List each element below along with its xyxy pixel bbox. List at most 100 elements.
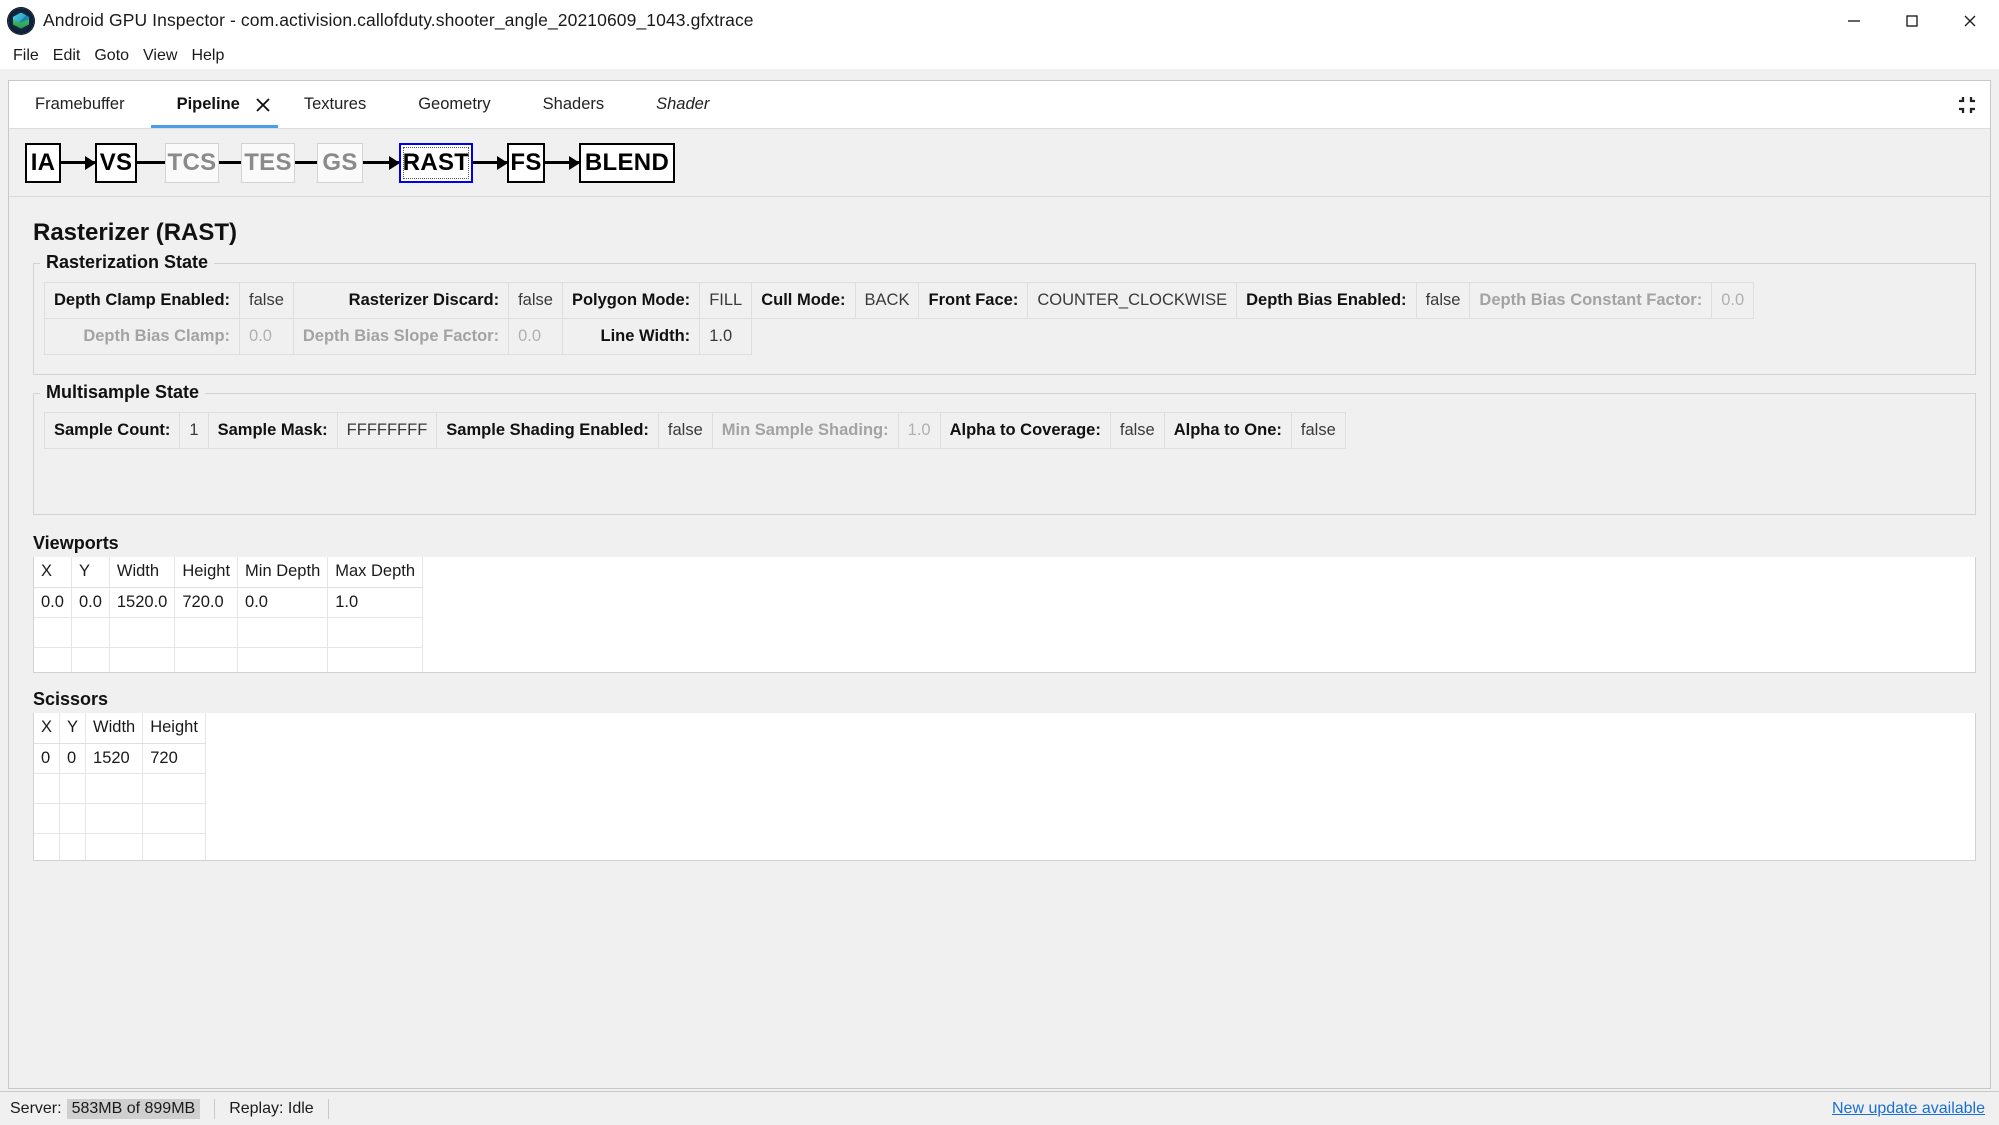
cell-y: 0.0 (71, 587, 110, 618)
prop-key: Sample Count: (43, 412, 181, 449)
prop-key: Min Sample Shading: (711, 412, 899, 449)
prop-key: Rasterizer Discard: (292, 282, 510, 319)
prop-key: Depth Clamp Enabled: (43, 282, 241, 319)
title-bar: Android GPU Inspector - com.activision.c… (0, 0, 1999, 42)
rasterization-state-title: Rasterization State (40, 252, 215, 273)
pipeline-stage-vs[interactable]: VS (95, 142, 137, 183)
prop-value: COUNTER_CLOCKWISE (1027, 282, 1238, 319)
application-window: Android GPU Inspector - com.activision.c… (0, 0, 1999, 1125)
cell-width: 1520.0 (109, 587, 176, 618)
viewports-section: Viewports X Y Width Height Min Depth Max… (25, 533, 1976, 673)
prop-value: BACK (854, 282, 920, 319)
server-memory-usage: 583MB of 899MB (66, 1098, 201, 1119)
status-divider (327, 1098, 329, 1119)
new-update-available-link[interactable]: New update available (1832, 1100, 1991, 1118)
prop-key: Alpha to Coverage: (939, 412, 1111, 449)
column-header-width[interactable]: Width (109, 557, 176, 588)
pipeline-arrow-rast-fs (473, 161, 507, 164)
menu-bar: File Edit Goto View Help (0, 42, 1999, 70)
window-title: Android GPU Inspector - com.activision.c… (43, 10, 754, 30)
column-header-x[interactable]: X (34, 557, 72, 588)
pipeline-content: Rasterizer (RAST) Rasterization State De… (9, 197, 1990, 1088)
prop-key: Sample Mask: (207, 412, 338, 449)
table-filler (752, 319, 1754, 355)
pipeline-arrow-gs-rast (363, 161, 399, 164)
prop-value: FILL (699, 282, 753, 319)
prop-key: Depth Bias Enabled: (1236, 282, 1417, 319)
server-label: Server: (10, 1099, 62, 1117)
column-header-max-depth[interactable]: Max Depth (327, 557, 424, 588)
tab-framebuffer[interactable]: Framebuffer (9, 81, 151, 128)
maximize-button[interactable] (1883, 0, 1941, 42)
pipeline-stage-rast[interactable]: RAST (399, 142, 473, 183)
pipeline-stage-blend[interactable]: BLEND (579, 142, 675, 183)
cell-y: 0 (59, 743, 87, 774)
table-row[interactable]: 0 0 1520 720 (34, 743, 206, 774)
pipeline-stage-fs[interactable]: FS (507, 142, 545, 183)
column-header-y[interactable]: Y (59, 713, 87, 744)
prop-value: 0.0 (239, 318, 294, 355)
prop-key: Line Width: (561, 318, 701, 355)
multisample-state-group: Multisample State Sample Count: 1 Sample… (33, 382, 1976, 515)
menu-help[interactable]: Help (184, 45, 231, 67)
menu-view[interactable]: View (136, 45, 184, 67)
server-status: Server: 583MB of 899MB (4, 1097, 206, 1121)
column-header-width[interactable]: Width (85, 713, 144, 744)
tab-strip: Framebuffer Pipeline Textures Geometry S… (9, 81, 1990, 129)
prop-value: 0.0 (1711, 282, 1755, 319)
multisample-state-table: Sample Count: 1 Sample Mask: FFFFFFFF Sa… (43, 412, 1346, 449)
rasterization-state-group: Rasterization State Depth Clamp Enabled:… (33, 252, 1976, 375)
scissors-section: Scissors X Y Width Height 0 0 1520 720 (25, 689, 1976, 861)
pipeline-arrow-ia-vs (61, 161, 95, 164)
viewports-table: X Y Width Height Min Depth Max Depth 0.0… (34, 557, 424, 672)
prop-key: Polygon Mode: (561, 282, 701, 319)
tab-pipeline[interactable]: Pipeline (150, 81, 249, 128)
collapse-panels-icon[interactable] (1944, 81, 1990, 128)
prop-key: Depth Bias Clamp: (43, 318, 241, 355)
menu-file[interactable]: File (6, 45, 46, 67)
pipeline-stage-gs[interactable]: GS (317, 142, 363, 183)
column-header-y[interactable]: Y (71, 557, 110, 588)
tab-textures[interactable]: Textures (278, 81, 392, 128)
cell-height: 720 (142, 743, 206, 774)
minimize-button[interactable] (1825, 0, 1883, 42)
menu-edit[interactable]: Edit (46, 45, 88, 67)
table-row[interactable]: 0.0 0.0 1520.0 720.0 0.0 1.0 (34, 587, 424, 618)
prop-value: 1.0 (897, 412, 941, 449)
prop-value: 1.0 (699, 318, 753, 355)
menu-goto[interactable]: Goto (87, 45, 136, 67)
scissors-grid-wrap[interactable]: X Y Width Height 0 0 1520 720 (33, 713, 1976, 861)
cell-min-depth: 0.0 (237, 587, 329, 618)
pipeline-stage-tcs[interactable]: TCS (165, 142, 219, 183)
table-header-row: X Y Width Height (34, 713, 206, 744)
tab-shaders[interactable]: Shaders (517, 81, 630, 128)
tab-strip-spacer (735, 81, 1944, 128)
table-header-row: X Y Width Height Min Depth Max Depth (34, 557, 424, 588)
scissors-title: Scissors (33, 689, 109, 709)
column-header-min-depth[interactable]: Min Depth (237, 557, 329, 588)
cell-x: 0 (34, 743, 61, 774)
rasterization-state-table: Depth Clamp Enabled: false Rasterizer Di… (43, 282, 1755, 355)
prop-value: 1 (179, 412, 209, 449)
pipeline-stage-tes[interactable]: TES (241, 142, 295, 183)
tab-geometry[interactable]: Geometry (392, 81, 516, 128)
prop-key: Front Face: (918, 282, 1029, 319)
pipeline-arrow-vs-tcs (137, 161, 165, 164)
cell-max-depth: 1.0 (327, 587, 424, 618)
pipeline-stage-ia[interactable]: IA (25, 142, 61, 183)
cell-height: 720.0 (174, 587, 239, 618)
viewports-grid-wrap[interactable]: X Y Width Height Min Depth Max Depth 0.0… (33, 557, 1976, 673)
column-header-height[interactable]: Height (142, 713, 206, 744)
column-header-x[interactable]: X (34, 713, 61, 744)
agi-cube-icon (8, 7, 34, 34)
pipeline-arrow-tcs-tes (219, 161, 241, 164)
scissors-table: X Y Width Height 0 0 1520 720 (34, 713, 206, 860)
table-row: Depth Bias Clamp: 0.0 Depth Bias Slope F… (43, 318, 1754, 355)
column-header-height[interactable]: Height (174, 557, 239, 588)
prop-key: Depth Bias Slope Factor: (292, 318, 510, 355)
tab-pipeline-close-icon[interactable] (247, 81, 278, 128)
tab-shader[interactable]: Shader (630, 81, 735, 128)
close-button[interactable] (1941, 0, 1999, 42)
table-row-empty (34, 647, 424, 672)
status-bar: Server: 583MB of 899MB Replay: Idle New … (0, 1091, 1999, 1125)
